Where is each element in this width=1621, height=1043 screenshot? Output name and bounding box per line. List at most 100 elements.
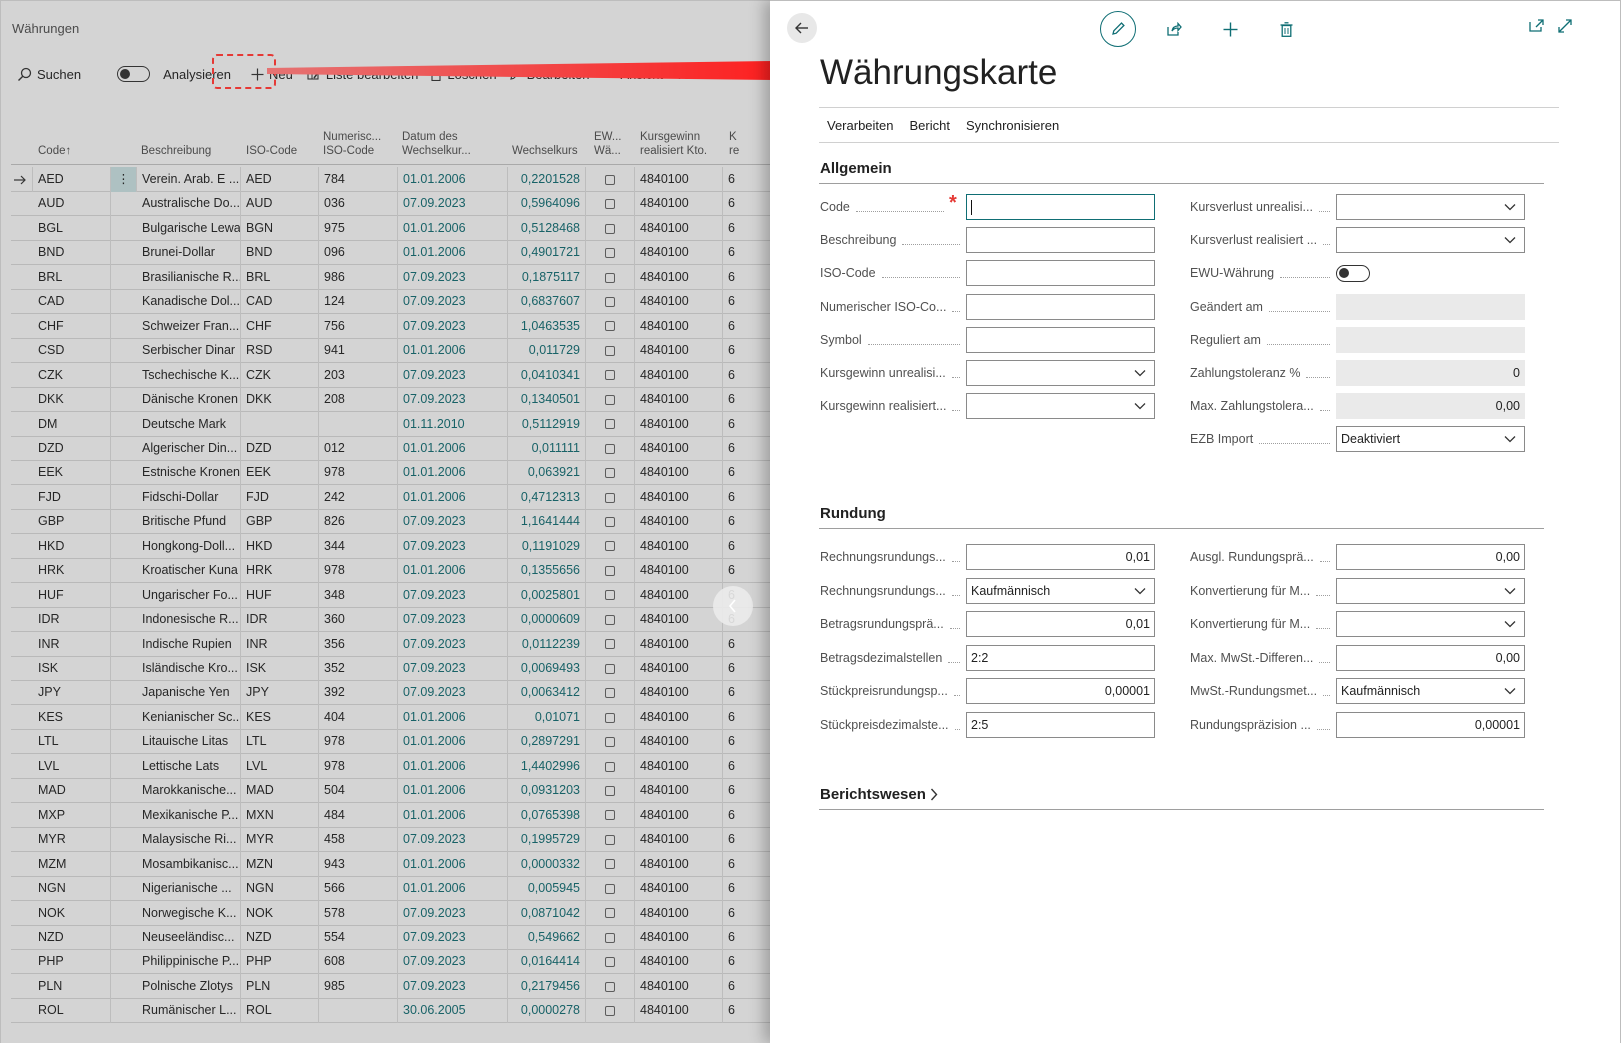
cell-ewu-checkbox[interactable] <box>586 900 635 926</box>
cell-code[interactable]: DKK <box>33 387 111 413</box>
cell-code[interactable]: EEK <box>33 460 111 486</box>
table-row[interactable]: INR Indische Rupien INR 356 07.09.2023 0,0112… <box>11 631 770 657</box>
cell-code[interactable]: KES <box>33 704 111 730</box>
dropdown-field[interactable] <box>1336 227 1525 254</box>
checkbox[interactable] <box>605 590 615 601</box>
cell-code[interactable]: DZD <box>33 435 111 461</box>
cell-code[interactable]: CZK <box>33 362 111 388</box>
table-row[interactable]: FJD Fidschi-Dollar FJD 242 01.01.2006 0,47123… <box>11 484 770 510</box>
text-field[interactable]: 0,00 <box>1336 644 1525 671</box>
analyze-switch[interactable] <box>117 66 151 82</box>
menu-synchronisieren[interactable]: Synchronisieren <box>958 118 1067 133</box>
checkbox[interactable] <box>605 737 615 748</box>
table-row[interactable]: LVL Lettische Lats LVL 978 01.01.2006 1,44029… <box>11 753 770 779</box>
column-header-rate-date[interactable]: Datum des Wechselkur... <box>402 130 471 158</box>
more-vertical-icon[interactable]: ⋮ <box>111 167 137 192</box>
cell-ewu-checkbox[interactable] <box>586 876 635 902</box>
checkbox[interactable] <box>605 663 615 674</box>
checkbox[interactable] <box>605 761 615 772</box>
checkbox[interactable] <box>605 517 615 527</box>
text-field[interactable]: 0,00001 <box>1336 712 1525 738</box>
column-header-code[interactable]: Code↑ <box>38 144 71 158</box>
text-field[interactable]: 2:5 <box>966 712 1155 738</box>
table-row[interactable]: CHF Schweizer Fran... CHF 756 07.09.2023 1,04… <box>11 313 770 339</box>
table-row[interactable]: HKD Hongkong-Doll... HKD 344 07.09.2023 0,119… <box>11 533 770 559</box>
table-row[interactable]: ROL Rumänischer L... ROL 30.06.2005 0,000027… <box>11 998 770 1024</box>
cell-code[interactable]: CAD <box>33 289 111 315</box>
collapse-panel-button[interactable] <box>713 586 753 626</box>
table-row[interactable]: MYR Malaysische Ri... MYR 458 07.09.2023 0,19… <box>11 827 770 853</box>
checkbox[interactable] <box>605 834 615 845</box>
cell-code[interactable]: HUF <box>33 582 111 608</box>
cell-ewu-checkbox[interactable] <box>586 167 635 192</box>
table-row[interactable]: MZM Mosambikanisc... MZN 943 01.01.2006 0,000… <box>11 851 770 877</box>
section-general-title[interactable]: Allgemein <box>820 160 892 177</box>
table-row[interactable]: EEK Estnische Kronen EEK 978 01.01.2006 0,063… <box>11 460 770 486</box>
cell-ewu-checkbox[interactable] <box>586 729 635 755</box>
table-row[interactable]: CAD Kanadische Dol... CAD 124 07.09.2023 0,68… <box>11 289 770 315</box>
table-row[interactable]: ⋮ AED Verein. Arab. E ... AED 784 01.01.2006 0… <box>11 167 770 192</box>
cell-code[interactable]: INR <box>33 631 111 657</box>
share-button[interactable] <box>1146 11 1202 47</box>
table-row[interactable]: GBP Britische Pfund GBP 826 07.09.2023 1,1641… <box>11 509 770 535</box>
cell-code[interactable]: MYR <box>33 827 111 853</box>
cell-code[interactable]: DM <box>33 411 111 437</box>
column-header-numeric-iso[interactable]: Numerisc... ISO-Code <box>323 130 381 158</box>
table-row[interactable]: MAD Marokkanische... MAD 504 01.01.2006 0,093… <box>11 778 770 804</box>
checkbox[interactable] <box>605 492 615 503</box>
cell-code[interactable]: MZM <box>33 851 111 877</box>
cell-ewu-checkbox[interactable] <box>586 656 635 681</box>
cell-ewu-checkbox[interactable] <box>586 827 635 853</box>
cell-ewu-checkbox[interactable] <box>586 582 635 608</box>
column-header-ewu[interactable]: EW... Wä... <box>594 130 621 158</box>
cell-ewu-checkbox[interactable] <box>586 607 635 633</box>
menu-bericht[interactable]: Bericht <box>902 118 958 133</box>
cell-ewu-checkbox[interactable] <box>586 704 635 730</box>
checkbox[interactable] <box>605 419 615 430</box>
menu-verarbeiten[interactable]: Verarbeiten <box>819 118 902 133</box>
checkbox[interactable] <box>605 296 615 307</box>
table-row[interactable]: PHP Philippinische P... PHP 608 07.09.2023 0,… <box>11 949 770 975</box>
cell-ewu-checkbox[interactable] <box>586 387 635 413</box>
cell-ewu-checkbox[interactable] <box>586 802 635 828</box>
checkbox[interactable] <box>605 199 615 210</box>
cell-ewu-checkbox[interactable] <box>586 435 635 461</box>
checkbox[interactable] <box>605 908 615 919</box>
cell-ewu-checkbox[interactable] <box>586 215 635 241</box>
table-row[interactable]: NOK Norwegische K... NOK 578 07.09.2023 0,087… <box>11 900 770 926</box>
table-row[interactable]: NGN Nigerianische ... NGN 566 01.01.2006 0,00… <box>11 876 770 902</box>
text-field[interactable] <box>966 293 1155 320</box>
cell-ewu-checkbox[interactable] <box>586 998 635 1024</box>
cell-code[interactable]: JPY <box>33 680 111 706</box>
cell-code[interactable]: CHF <box>33 313 111 339</box>
cell-ewu-checkbox[interactable] <box>586 558 635 584</box>
table-row[interactable]: CZK Tschechische K... CZK 203 07.09.2023 0,04… <box>11 362 770 388</box>
cell-ewu-checkbox[interactable] <box>586 631 635 657</box>
table-row[interactable]: HRK Kroatischer Kuna HRK 978 01.01.2006 0,135… <box>11 558 770 584</box>
column-header-description[interactable]: Beschreibung <box>141 144 211 158</box>
cell-code[interactable]: ROL <box>33 998 111 1024</box>
dropdown-field[interactable] <box>966 360 1155 386</box>
cell-code[interactable]: MAD <box>33 778 111 804</box>
cell-ewu-checkbox[interactable] <box>586 264 635 290</box>
cell-ewu-checkbox[interactable] <box>586 411 635 437</box>
text-field[interactable] <box>966 227 1155 254</box>
cell-code[interactable]: FJD <box>33 484 111 510</box>
checkbox[interactable] <box>605 883 615 894</box>
cell-code[interactable]: ISK <box>33 656 111 681</box>
cell-code[interactable]: HRK <box>33 558 111 584</box>
text-field[interactable]: 0,01 <box>966 544 1155 570</box>
cell-ewu-checkbox[interactable] <box>586 289 635 315</box>
text-field[interactable] <box>966 260 1155 287</box>
checkbox[interactable] <box>605 932 615 943</box>
table-row[interactable]: CSD Serbischer Dinar RSD 941 01.01.2006 0,011… <box>11 338 770 364</box>
table-row[interactable]: KES Kenianischer Sc... KES 404 01.01.2006 0,0… <box>11 704 770 730</box>
column-header-next[interactable]: Kre <box>729 130 739 158</box>
cell-code[interactable]: NZD <box>33 924 111 950</box>
checkbox[interactable] <box>605 248 615 259</box>
dropdown-field[interactable]: Kaufmännisch <box>1336 678 1525 705</box>
checkbox[interactable] <box>605 639 615 650</box>
dropdown-field[interactable] <box>966 393 1155 420</box>
text-field[interactable] <box>966 326 1155 353</box>
table-row[interactable]: BND Brunei-Dollar BND 096 01.01.2006 0,490172… <box>11 240 770 266</box>
